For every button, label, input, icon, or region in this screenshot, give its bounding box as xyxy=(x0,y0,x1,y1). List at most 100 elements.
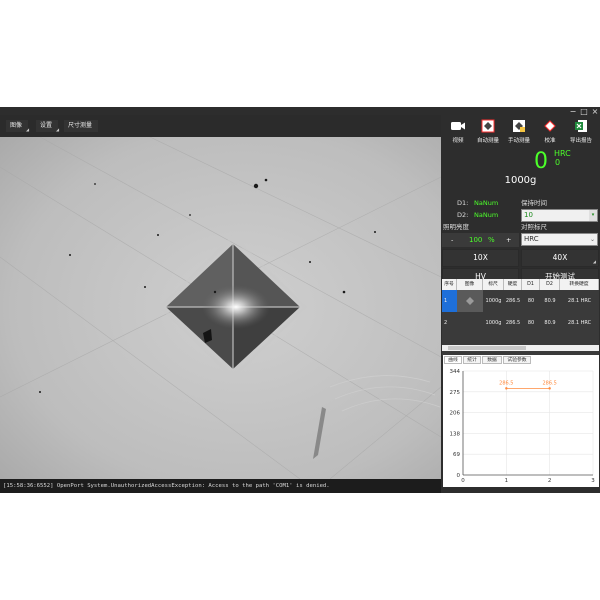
x-tick-label: 0 xyxy=(461,478,465,484)
indent-thumbnail-icon xyxy=(466,297,474,305)
tab-statistics[interactable]: 统计 xyxy=(463,356,481,364)
excel-export-icon xyxy=(575,120,587,132)
menu-settings-label: 设置 xyxy=(40,122,53,129)
menu-settings[interactable]: 设置 ◢ xyxy=(36,120,60,132)
auto-measure-icon xyxy=(481,119,495,133)
brightness-unit: % xyxy=(488,236,495,244)
cell-d1: 80 xyxy=(527,320,535,326)
objective-40x-button[interactable]: 40X ◢ xyxy=(521,249,599,267)
calibrate-icon xyxy=(544,120,556,132)
manual-measure-label: 手动测量 xyxy=(507,138,530,144)
brightness-label: 照明亮度 xyxy=(443,223,469,231)
cell-converted: 28.1 HRC xyxy=(567,320,592,326)
video-button[interactable]: 视频 xyxy=(443,119,473,144)
video-camera-icon xyxy=(451,122,465,130)
hardness-unit-value: 0 xyxy=(555,158,561,167)
column-header-scale[interactable]: 标尺 xyxy=(483,279,504,290)
table-row[interactable]: 2 1000g 286.5 80 80.9 28.1 HRC xyxy=(442,312,599,334)
tab-data[interactable]: 数据 xyxy=(482,356,502,364)
auto-measure-label: 自动测量 xyxy=(476,138,499,144)
convert-scale-select[interactable]: HRC ⌄ xyxy=(521,233,598,246)
indentation-micrograph xyxy=(0,137,441,479)
status-bar: [15:58:36:6552] OpenPort System.Unauthor… xyxy=(0,479,441,493)
hardness-reading: 0 HRC 0 1000g xyxy=(441,147,600,193)
d2-label: D2: xyxy=(457,211,469,219)
menu-size-measure[interactable]: 尺寸测量 xyxy=(64,120,99,132)
tab-curve[interactable]: 曲线 xyxy=(444,356,462,364)
spinner-arrow-icon[interactable]: ▾ xyxy=(589,210,597,221)
scrollbar-thumb[interactable] xyxy=(448,346,526,350)
manual-measure-icon xyxy=(513,120,525,132)
menu-image[interactable]: 图像 ◢ xyxy=(6,120,30,132)
menu-size-measure-label: 尺寸测量 xyxy=(68,122,93,129)
cell-d2: 80.9 xyxy=(544,298,556,304)
menu-image-label: 图像 xyxy=(10,122,23,129)
cell-thumbnail xyxy=(457,312,483,334)
x-tick-label: 3 xyxy=(591,478,595,484)
calibrate-label: 校准 xyxy=(544,138,556,144)
hardness-unit: HRC xyxy=(554,149,571,158)
x-tick-label: 1 xyxy=(505,478,509,484)
brightness-plus-button[interactable]: + xyxy=(506,236,511,245)
d1-label: D1: xyxy=(457,199,469,207)
chart-panel: 曲线 统计 数据 试验参数 0 69 138 206 275 344 0 1 2 3 286.5 28… xyxy=(443,355,599,487)
brightness-control: - 100 % + xyxy=(442,233,519,247)
data-label: 286.5 xyxy=(543,380,557,386)
d2-value: NaNum xyxy=(474,211,499,219)
column-header-converted[interactable]: 转换硬度 xyxy=(560,279,599,290)
dropdown-arrow-icon: ◢ xyxy=(25,127,30,132)
hold-time-value: 10 xyxy=(524,211,533,219)
cell-thumbnail xyxy=(457,290,483,312)
data-point xyxy=(505,387,508,390)
cell-hardness: 286.5 xyxy=(505,298,521,304)
y-tick-label: 206 xyxy=(450,411,461,417)
column-header-d1[interactable]: D1 xyxy=(522,279,540,290)
video-label: 视频 xyxy=(452,138,464,144)
chevron-down-icon: ⌄ xyxy=(589,236,595,243)
dropdown-arrow-icon: ◢ xyxy=(55,127,60,132)
cell-index: 2 xyxy=(444,320,448,326)
hold-time-field[interactable]: 10 ▾ xyxy=(521,209,598,222)
brightness-value: 100 xyxy=(469,236,483,244)
cell-load: 1000g xyxy=(485,320,502,326)
y-tick-label: 344 xyxy=(450,369,461,375)
d1-value: NaNum xyxy=(474,199,499,207)
brightness-minus-button[interactable]: - xyxy=(451,236,453,245)
y-tick-label: 69 xyxy=(453,452,460,458)
hold-time-label: 保持时间 xyxy=(521,199,547,207)
table-row[interactable]: 1 1000g 286.5 80 80.9 28.1 HRC xyxy=(442,290,599,312)
objective-10x-button[interactable]: 10X xyxy=(442,249,519,267)
hardness-curve-chart: 0 69 138 206 275 344 0 1 2 3 286.5 286.5 xyxy=(450,369,596,484)
cell-index: 1 xyxy=(442,290,457,312)
column-header-image[interactable]: 图像 xyxy=(457,279,483,290)
tab-test-params[interactable]: 试验参数 xyxy=(503,356,531,364)
table-horizontal-scrollbar[interactable] xyxy=(442,345,599,351)
cell-converted: 28.1 HRC xyxy=(567,298,592,304)
y-tick-label: 0 xyxy=(457,473,461,479)
column-header-d2[interactable]: D2 xyxy=(540,279,560,290)
column-header-hardness[interactable]: 硬度 xyxy=(504,279,522,290)
objective-40x-label: 40X xyxy=(552,253,568,262)
menu-bar: 图像 ◢ 设置 ◢ 尺寸测量 xyxy=(0,115,441,137)
manual-measure-button[interactable]: 手动测量 xyxy=(504,119,534,144)
export-report-button[interactable]: 导出报告 xyxy=(566,119,596,144)
objective-10x-label: 10X xyxy=(473,253,488,262)
microscope-image-view[interactable] xyxy=(0,137,441,479)
column-header-index[interactable]: 序号 xyxy=(442,279,457,290)
calibrate-button[interactable]: 校准 xyxy=(535,119,565,144)
data-point xyxy=(548,387,551,390)
convert-scale-value: HRC xyxy=(524,235,539,243)
test-load: 1000g xyxy=(504,175,537,186)
cell-hardness: 286.5 xyxy=(505,320,521,326)
dropdown-arrow-icon: ◢ xyxy=(592,259,596,264)
cell-load: 1000g xyxy=(485,298,502,304)
y-tick-label: 275 xyxy=(450,390,461,396)
auto-measure-button[interactable]: 自动测量 xyxy=(473,119,503,144)
data-label: 286.5 xyxy=(499,380,513,386)
x-tick-label: 2 xyxy=(548,478,552,484)
convert-scale-label: 对照标尺 xyxy=(521,223,547,231)
export-report-label: 导出报告 xyxy=(569,138,592,144)
cell-d1: 80 xyxy=(527,298,535,304)
cell-d2: 80.9 xyxy=(544,320,556,326)
y-tick-label: 138 xyxy=(450,431,461,437)
